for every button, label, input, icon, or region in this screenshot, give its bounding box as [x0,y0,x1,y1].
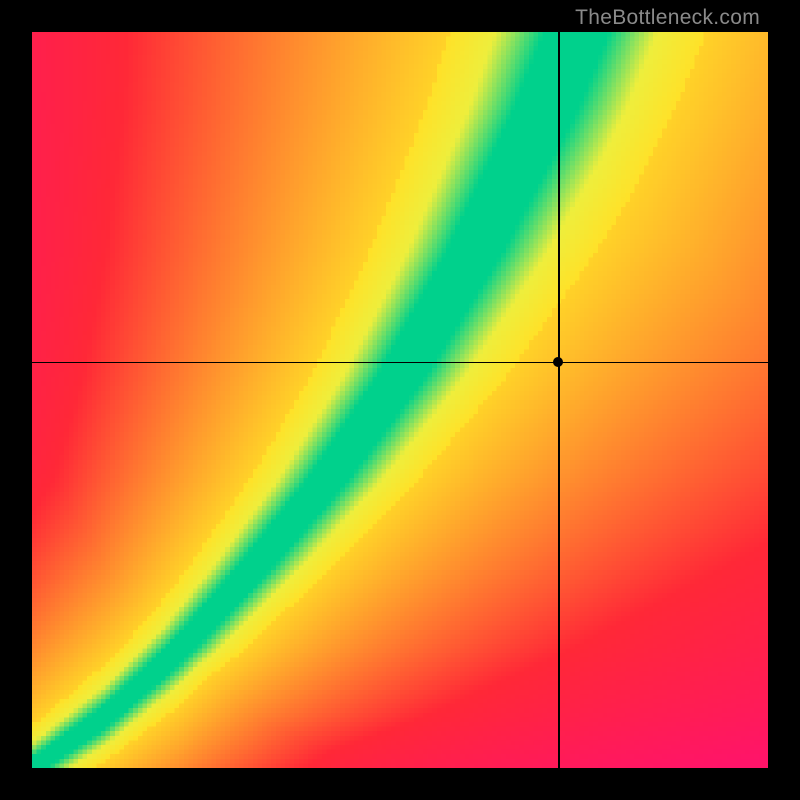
watermark-text: TheBottleneck.com [575,6,760,30]
bottleneck-heatmap [32,32,768,768]
selection-marker [553,357,563,367]
chart-frame: TheBottleneck.com [0,0,800,800]
plot-area [32,32,768,768]
crosshair-horizontal [32,362,768,364]
crosshair-vertical [558,32,560,768]
